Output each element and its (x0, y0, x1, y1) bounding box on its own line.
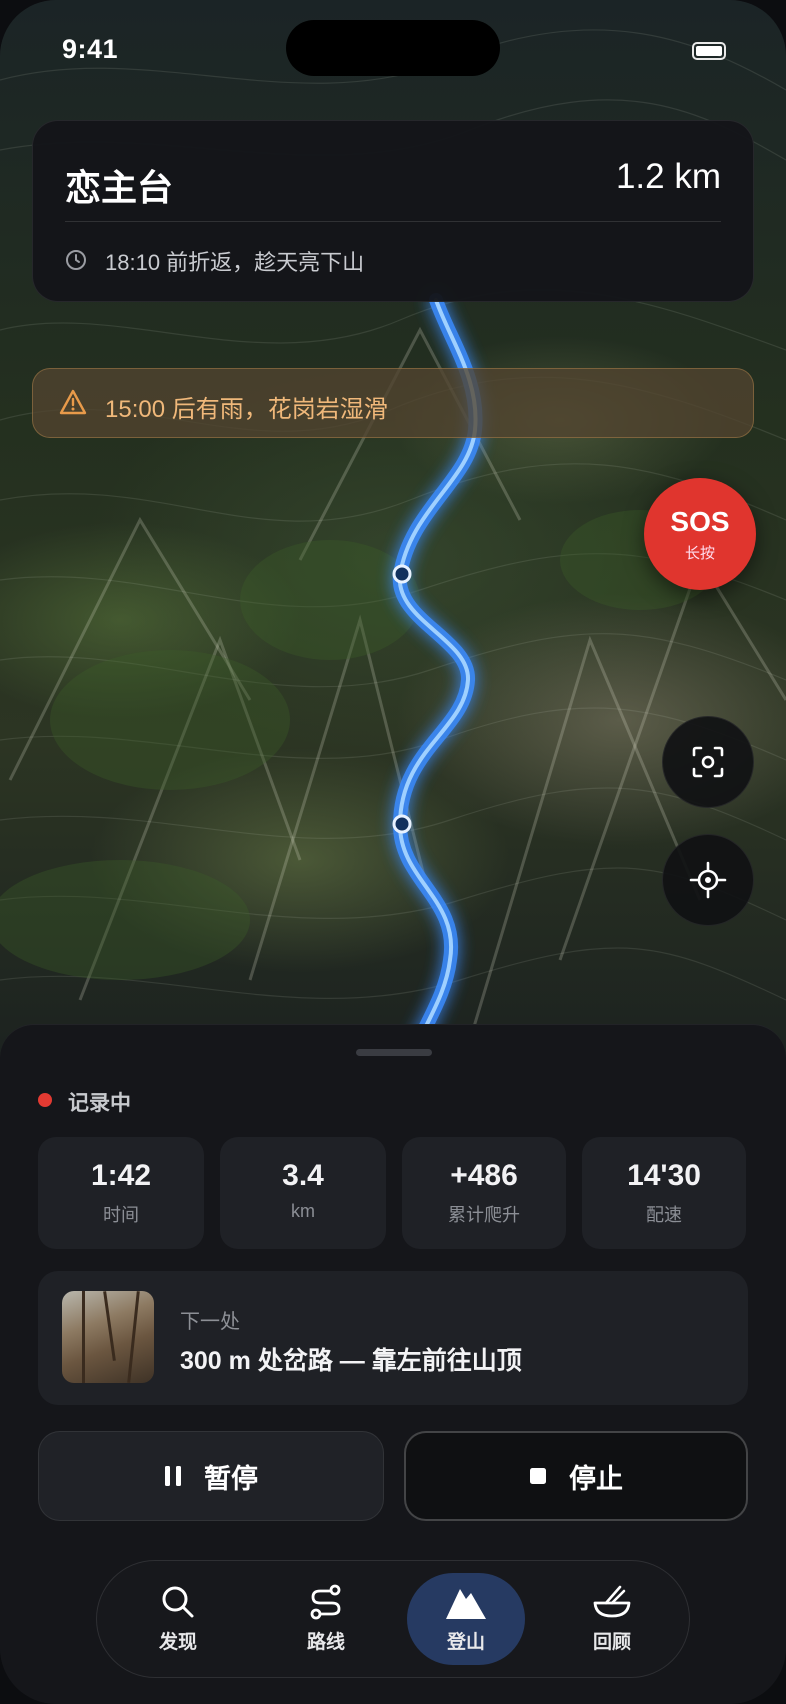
tab-bar: 发现 路线 登山 回顾 (96, 1560, 690, 1678)
mountain-icon (446, 1589, 486, 1619)
recording-indicator (38, 1093, 52, 1107)
turnaround-time: 18:10 前折返，趁天亮下山 (105, 250, 365, 275)
route-icon (310, 1584, 341, 1620)
next-instruction: 300 m 处岔路 — 靠左前往山顶 (180, 1347, 522, 1375)
sos-label: SOS (670, 506, 730, 537)
route-waypoint (392, 814, 412, 834)
destination-name: 恋主台 (65, 167, 174, 208)
stat-unit: 累计爬升 (448, 1205, 520, 1225)
locate-button[interactable] (662, 834, 754, 926)
stats-row: 1:42 时间 3.4 km +486 累计爬升 14'30 配速 (38, 1137, 746, 1249)
battery-icon (692, 42, 726, 60)
destination-distance: 1.2 km (615, 157, 721, 196)
stop-label: 停止 (569, 1463, 623, 1494)
sos-sublabel: 长按 (684, 545, 715, 562)
scan-icon (692, 746, 724, 778)
stat-value: 1:42 (90, 1159, 152, 1192)
sheet-handle[interactable] (356, 1049, 432, 1056)
stat-time: 1:42 时间 (38, 1137, 204, 1249)
pause-button[interactable]: 暂停 (38, 1431, 384, 1521)
card-divider (65, 221, 721, 222)
clock-icon (66, 250, 86, 270)
trail-photo (62, 1291, 154, 1383)
scan-button[interactable] (662, 716, 754, 808)
tab-climb[interactable]: 登山 (407, 1573, 525, 1665)
stat-unit: km (291, 1201, 315, 1221)
stat-pace: 14'30 配速 (582, 1137, 746, 1249)
status-time: 9:41 (62, 34, 119, 64)
stat-distance: 3.4 km (220, 1137, 386, 1249)
stat-value: 14'30 (627, 1159, 701, 1192)
tab-label: 回顾 (592, 1632, 631, 1653)
crosshair-icon (689, 861, 727, 899)
stat-unit: 配速 (646, 1205, 682, 1225)
stat-elevation-gain: +486 累计爬升 (402, 1137, 566, 1249)
recording-label: 记录中 (68, 1092, 131, 1115)
stat-value: 3.4 (282, 1159, 324, 1192)
tab-label: 登山 (446, 1632, 485, 1653)
destination-card[interactable]: 恋主台 1.2 km 18:10 前折返，趁天亮下山 (32, 120, 754, 302)
tab-discover[interactable]: 发现 (119, 1573, 237, 1665)
tab-routes[interactable]: 路线 (267, 1573, 385, 1665)
stop-icon (530, 1468, 546, 1484)
warning-triangle-icon (59, 389, 87, 415)
route-waypoint (392, 564, 412, 584)
next-label: 下一处 (180, 1311, 240, 1333)
tab-review[interactable]: 回顾 (553, 1573, 671, 1665)
stat-unit: 时间 (103, 1205, 139, 1225)
dynamic-island (286, 20, 500, 76)
weather-alert[interactable]: 15:00 后有雨，花岗岩湿滑 (32, 368, 754, 438)
tab-label: 发现 (158, 1632, 197, 1653)
stop-button[interactable]: 停止 (404, 1431, 748, 1521)
alert-text: 15:00 后有雨，花岗岩湿滑 (105, 396, 388, 423)
sos-button[interactable]: SOS 长按 (644, 478, 756, 590)
next-instruction-card[interactable]: 下一处 300 m 处岔路 — 靠左前往山顶 (38, 1271, 748, 1405)
app-screen: 9:41 恋主台 1.2 km 18:10 前折返，趁天亮下山 15:00 后有… (0, 0, 786, 1704)
tab-label: 路线 (306, 1632, 345, 1653)
pause-label: 暂停 (204, 1463, 258, 1494)
search-icon (162, 1586, 194, 1618)
stat-value: +486 (450, 1159, 518, 1192)
bowl-icon (593, 1585, 631, 1618)
pause-icon (165, 1466, 181, 1486)
